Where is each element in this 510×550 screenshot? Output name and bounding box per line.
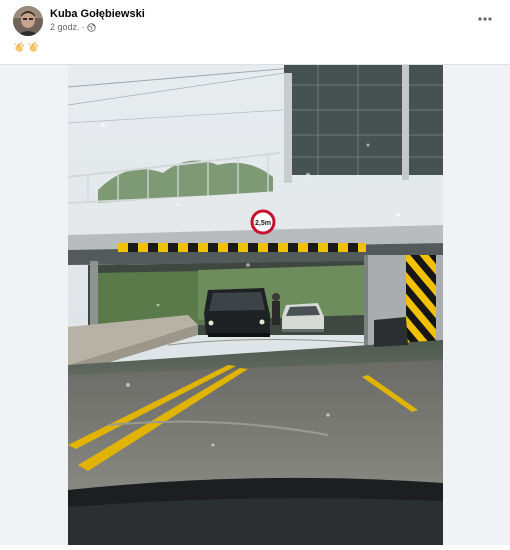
clapping-hands-icon <box>14 42 25 52</box>
more-horizontal-icon <box>478 17 492 21</box>
post-media: 2,5m <box>0 64 510 545</box>
height-limit-sign: 2,5m <box>255 220 271 227</box>
clapping-hands-icon <box>28 42 39 52</box>
photo-illustration: 2,5m <box>67 64 443 545</box>
more-options-button[interactable] <box>474 10 496 28</box>
post-meta: 2 godz. · <box>50 22 96 32</box>
author-name[interactable]: Kuba Gołębiewski <box>50 8 145 20</box>
post-header: Kuba Gołębiewski 2 godz. · <box>0 0 510 64</box>
flooded-underpass-photo[interactable]: 2,5m <box>67 64 443 545</box>
meta-separator: · <box>81 22 85 32</box>
post-caption <box>13 41 39 57</box>
post-time[interactable]: 2 godz. <box>50 22 80 32</box>
globe-icon <box>86 22 96 32</box>
facebook-post: Kuba Gołębiewski 2 godz. · 2,5m <box>0 0 510 545</box>
author-avatar[interactable] <box>13 6 43 36</box>
